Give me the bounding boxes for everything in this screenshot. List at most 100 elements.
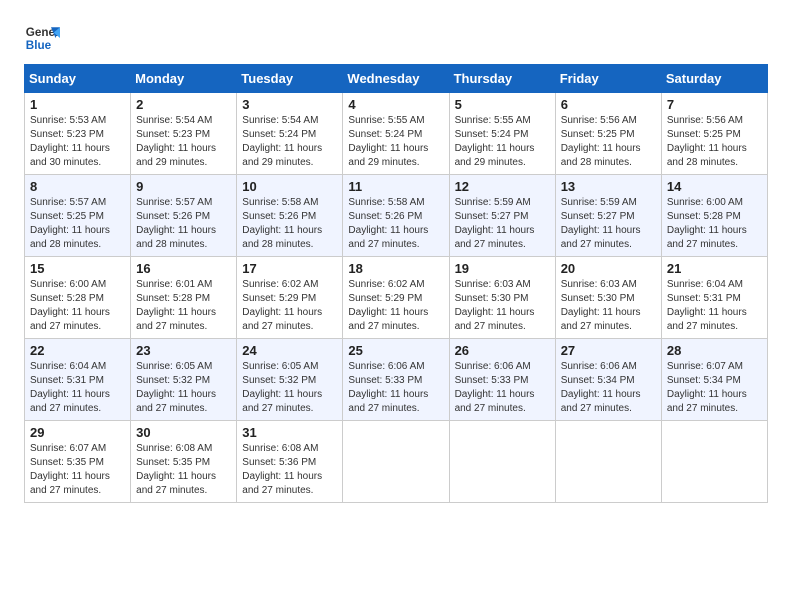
calendar-day-cell: 20 Sunrise: 6:03 AMSunset: 5:30 PMDayligh… — [555, 257, 661, 339]
calendar-day-cell: 12 Sunrise: 5:59 AMSunset: 5:27 PMDayligh… — [449, 175, 555, 257]
day-number: 11 — [348, 179, 443, 194]
calendar-day-cell — [449, 421, 555, 503]
day-number: 22 — [30, 343, 125, 358]
day-number: 6 — [561, 97, 656, 112]
calendar-day-cell: 16 Sunrise: 6:01 AMSunset: 5:28 PMDayligh… — [131, 257, 237, 339]
calendar-day-cell: 22 Sunrise: 6:04 AMSunset: 5:31 PMDayligh… — [25, 339, 131, 421]
day-info: Sunrise: 6:06 AMSunset: 5:33 PMDaylight:… — [348, 360, 443, 416]
day-number: 3 — [242, 97, 337, 112]
calendar-day-cell: 29 Sunrise: 6:07 AMSunset: 5:35 PMDayligh… — [25, 421, 131, 503]
calendar-day-cell — [661, 421, 767, 503]
calendar-day-cell: 4 Sunrise: 5:55 AMSunset: 5:24 PMDaylight… — [343, 93, 449, 175]
calendar-day-cell: 31 Sunrise: 6:08 AMSunset: 5:36 PMDayligh… — [237, 421, 343, 503]
calendar-day-cell: 25Sunrise: 6:06 AMSunset: 5:33 PMDayligh… — [343, 339, 449, 421]
day-number: 16 — [136, 261, 231, 276]
day-number: 10 — [242, 179, 337, 194]
day-info: Sunrise: 6:01 AMSunset: 5:28 PMDaylight:… — [136, 278, 231, 334]
day-info: Sunrise: 6:00 AMSunset: 5:28 PMDaylight:… — [30, 278, 125, 334]
calendar-day-cell — [555, 421, 661, 503]
calendar-week-row: 29 Sunrise: 6:07 AMSunset: 5:35 PMDayligh… — [25, 421, 768, 503]
day-info: Sunrise: 5:58 AMSunset: 5:26 PMDaylight:… — [348, 196, 443, 252]
day-number: 5 — [455, 97, 550, 112]
day-number: 9 — [136, 179, 231, 194]
day-info: Sunrise: 6:05 AMSunset: 5:32 PMDaylight:… — [136, 360, 231, 416]
day-number: 7 — [667, 97, 762, 112]
calendar-header-row: SundayMondayTuesdayWednesdayThursdayFrid… — [25, 65, 768, 93]
calendar-day-cell: 24Sunrise: 6:05 AMSunset: 5:32 PMDayligh… — [237, 339, 343, 421]
calendar-day-cell: 9 Sunrise: 5:57 AMSunset: 5:26 PMDaylight… — [131, 175, 237, 257]
day-number: 31 — [242, 425, 337, 440]
day-info: Sunrise: 6:07 AMSunset: 5:35 PMDaylight:… — [30, 442, 125, 498]
calendar-day-cell: 17 Sunrise: 6:02 AMSunset: 5:29 PMDayligh… — [237, 257, 343, 339]
calendar-week-row: 22 Sunrise: 6:04 AMSunset: 5:31 PMDayligh… — [25, 339, 768, 421]
logo: General Blue — [24, 20, 60, 56]
day-number: 14 — [667, 179, 762, 194]
day-info: Sunrise: 6:08 AMSunset: 5:36 PMDaylight:… — [242, 442, 337, 498]
calendar-week-row: 15 Sunrise: 6:00 AMSunset: 5:28 PMDayligh… — [25, 257, 768, 339]
svg-text:Blue: Blue — [26, 39, 52, 52]
day-info: Sunrise: 6:06 AMSunset: 5:33 PMDaylight:… — [455, 360, 550, 416]
calendar-day-cell: 10 Sunrise: 5:58 AMSunset: 5:26 PMDayligh… — [237, 175, 343, 257]
day-number: 30 — [136, 425, 231, 440]
logo-icon: General Blue — [24, 20, 60, 56]
day-number: 17 — [242, 261, 337, 276]
calendar-day-cell: 23 Sunrise: 6:05 AMSunset: 5:32 PMDayligh… — [131, 339, 237, 421]
calendar-day-cell: 7 Sunrise: 5:56 AMSunset: 5:25 PMDaylight… — [661, 93, 767, 175]
day-number: 21 — [667, 261, 762, 276]
calendar-day-cell: 30 Sunrise: 6:08 AMSunset: 5:35 PMDayligh… — [131, 421, 237, 503]
calendar-day-cell: 18Sunrise: 6:02 AMSunset: 5:29 PMDayligh… — [343, 257, 449, 339]
day-number: 24 — [242, 343, 337, 358]
day-info: Sunrise: 6:04 AMSunset: 5:31 PMDaylight:… — [667, 278, 762, 334]
calendar-week-row: 1 Sunrise: 5:53 AMSunset: 5:23 PMDaylight… — [25, 93, 768, 175]
day-info: Sunrise: 5:56 AMSunset: 5:25 PMDaylight:… — [561, 114, 656, 170]
day-info: Sunrise: 5:57 AMSunset: 5:26 PMDaylight:… — [136, 196, 231, 252]
calendar-day-cell: 5 Sunrise: 5:55 AMSunset: 5:24 PMDaylight… — [449, 93, 555, 175]
day-info: Sunrise: 5:55 AMSunset: 5:24 PMDaylight:… — [455, 114, 550, 170]
day-info: Sunrise: 5:53 AMSunset: 5:23 PMDaylight:… — [30, 114, 125, 170]
day-number: 15 — [30, 261, 125, 276]
day-number: 8 — [30, 179, 125, 194]
day-number: 29 — [30, 425, 125, 440]
column-header-friday: Friday — [555, 65, 661, 93]
day-number: 12 — [455, 179, 550, 194]
day-info: Sunrise: 6:08 AMSunset: 5:35 PMDaylight:… — [136, 442, 231, 498]
column-header-wednesday: Wednesday — [343, 65, 449, 93]
day-info: Sunrise: 5:58 AMSunset: 5:26 PMDaylight:… — [242, 196, 337, 252]
day-info: Sunrise: 5:54 AMSunset: 5:24 PMDaylight:… — [242, 114, 337, 170]
calendar-day-cell: 6 Sunrise: 5:56 AMSunset: 5:25 PMDaylight… — [555, 93, 661, 175]
day-number: 20 — [561, 261, 656, 276]
day-number: 1 — [30, 97, 125, 112]
calendar-week-row: 8 Sunrise: 5:57 AMSunset: 5:25 PMDaylight… — [25, 175, 768, 257]
day-number: 13 — [561, 179, 656, 194]
calendar-day-cell: 28Sunrise: 6:07 AMSunset: 5:34 PMDayligh… — [661, 339, 767, 421]
day-number: 27 — [561, 343, 656, 358]
day-info: Sunrise: 5:59 AMSunset: 5:27 PMDaylight:… — [455, 196, 550, 252]
day-info: Sunrise: 6:04 AMSunset: 5:31 PMDaylight:… — [30, 360, 125, 416]
day-number: 4 — [348, 97, 443, 112]
column-header-thursday: Thursday — [449, 65, 555, 93]
calendar-day-cell: 13 Sunrise: 5:59 AMSunset: 5:27 PMDayligh… — [555, 175, 661, 257]
calendar-day-cell: 26Sunrise: 6:06 AMSunset: 5:33 PMDayligh… — [449, 339, 555, 421]
day-info: Sunrise: 6:02 AMSunset: 5:29 PMDaylight:… — [348, 278, 443, 334]
calendar-day-cell: 14 Sunrise: 6:00 AMSunset: 5:28 PMDayligh… — [661, 175, 767, 257]
calendar-day-cell: 1 Sunrise: 5:53 AMSunset: 5:23 PMDaylight… — [25, 93, 131, 175]
day-info: Sunrise: 6:03 AMSunset: 5:30 PMDaylight:… — [561, 278, 656, 334]
column-header-tuesday: Tuesday — [237, 65, 343, 93]
day-info: Sunrise: 6:00 AMSunset: 5:28 PMDaylight:… — [667, 196, 762, 252]
day-number: 23 — [136, 343, 231, 358]
day-number: 2 — [136, 97, 231, 112]
day-info: Sunrise: 5:55 AMSunset: 5:24 PMDaylight:… — [348, 114, 443, 170]
day-info: Sunrise: 6:06 AMSunset: 5:34 PMDaylight:… — [561, 360, 656, 416]
calendar-day-cell: 3 Sunrise: 5:54 AMSunset: 5:24 PMDaylight… — [237, 93, 343, 175]
day-info: Sunrise: 5:57 AMSunset: 5:25 PMDaylight:… — [30, 196, 125, 252]
calendar-day-cell: 15 Sunrise: 6:00 AMSunset: 5:28 PMDayligh… — [25, 257, 131, 339]
day-info: Sunrise: 5:56 AMSunset: 5:25 PMDaylight:… — [667, 114, 762, 170]
day-info: Sunrise: 5:59 AMSunset: 5:27 PMDaylight:… — [561, 196, 656, 252]
page-header: General Blue — [24, 20, 768, 56]
calendar-day-cell: 2Sunrise: 5:54 AMSunset: 5:23 PMDaylight… — [131, 93, 237, 175]
day-number: 19 — [455, 261, 550, 276]
day-info: Sunrise: 6:02 AMSunset: 5:29 PMDaylight:… — [242, 278, 337, 334]
day-info: Sunrise: 6:03 AMSunset: 5:30 PMDaylight:… — [455, 278, 550, 334]
calendar-day-cell: 27 Sunrise: 6:06 AMSunset: 5:34 PMDayligh… — [555, 339, 661, 421]
calendar-day-cell: 19 Sunrise: 6:03 AMSunset: 5:30 PMDayligh… — [449, 257, 555, 339]
